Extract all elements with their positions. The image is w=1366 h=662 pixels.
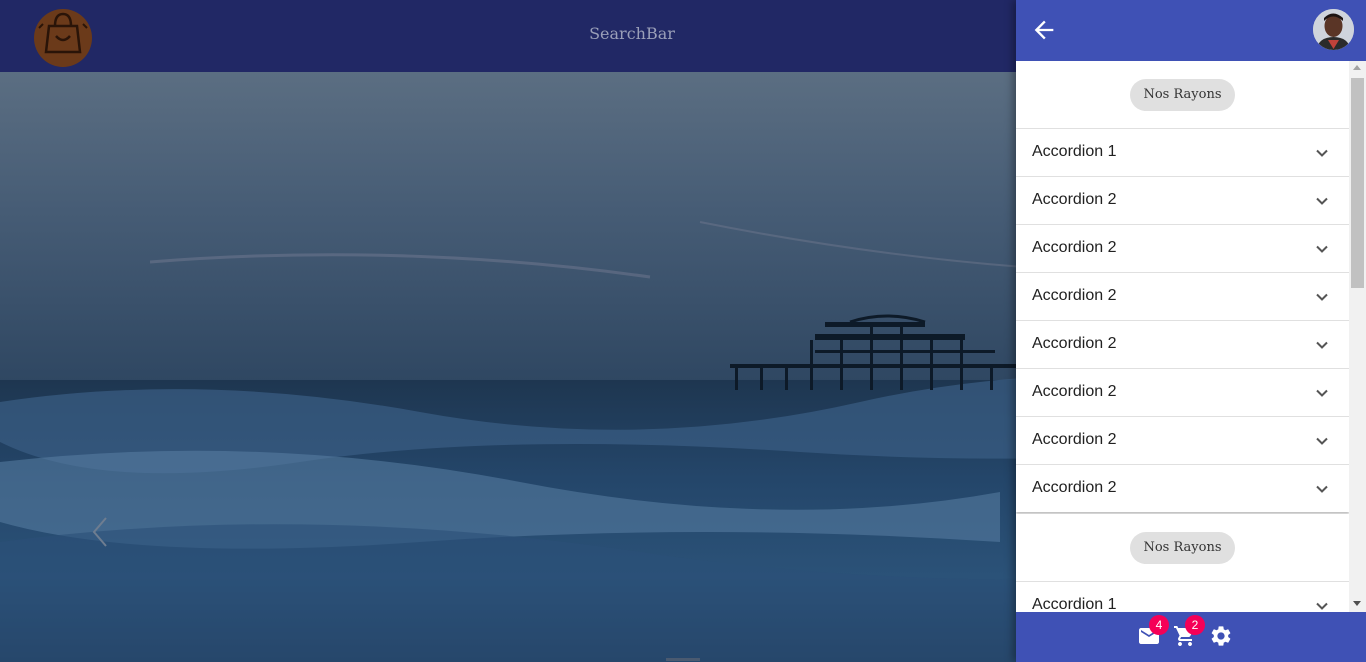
expand-more-icon (1316, 437, 1328, 445)
category-section: Nos Rayons Accordion 1 Accordion 2 Accor… (1016, 61, 1349, 512)
drawer-scrollbar[interactable] (1349, 61, 1366, 612)
section-chip[interactable]: Nos Rayons (1130, 531, 1235, 564)
carousel-prev-chevron-left-icon[interactable] (84, 510, 120, 554)
drawer-header (1016, 0, 1366, 61)
accordion-item[interactable]: Accordion 2 (1016, 464, 1349, 512)
accordion-label: Accordion 1 (1032, 596, 1117, 612)
drawer-content: Nos Rayons Accordion 1 Accordion 2 Accor… (1016, 61, 1349, 612)
accordion-item[interactable]: Accordion 2 (1016, 176, 1349, 224)
section-chip[interactable]: Nos Rayons (1130, 78, 1235, 111)
accordion-label: Accordion 2 (1032, 479, 1117, 496)
mail-button[interactable]: 4 (1137, 615, 1169, 648)
expand-more-icon (1316, 485, 1328, 493)
cart-badge: 2 (1185, 615, 1205, 635)
cart-button[interactable]: 2 (1173, 615, 1205, 648)
accordion-label: Accordion 2 (1032, 191, 1117, 208)
drawer-bottom-bar: 4 2 (1016, 612, 1366, 662)
accordion-item[interactable]: Accordion 1 (1016, 581, 1349, 612)
expand-more-icon (1316, 389, 1328, 397)
expand-more-icon (1316, 341, 1328, 349)
expand-more-icon (1316, 197, 1328, 205)
settings-icon (1211, 626, 1231, 646)
category-section: Nos Rayons Accordion 1 (1016, 514, 1349, 612)
scroll-up-arrow-icon[interactable] (1353, 65, 1361, 70)
user-avatar[interactable] (1313, 9, 1354, 50)
accordion-item[interactable]: Accordion 1 (1016, 128, 1349, 176)
accordion-item[interactable]: Accordion 2 (1016, 224, 1349, 272)
expand-more-icon (1316, 602, 1328, 610)
accordion-label: Accordion 2 (1032, 287, 1117, 304)
expand-more-icon (1316, 245, 1328, 253)
accordion-label: Accordion 1 (1032, 143, 1117, 160)
accordion-label: Accordion 2 (1032, 335, 1117, 352)
accordion-label: Accordion 2 (1032, 239, 1117, 256)
expand-more-icon (1316, 293, 1328, 301)
accordion-label: Accordion 2 (1032, 383, 1117, 400)
carousel-indicator[interactable] (666, 658, 700, 661)
scroll-thumb[interactable] (1351, 78, 1364, 288)
mail-badge: 4 (1149, 615, 1169, 635)
accordion-item[interactable]: Accordion 2 (1016, 320, 1349, 368)
settings-button[interactable] (1209, 624, 1233, 648)
scroll-down-arrow-icon[interactable] (1353, 601, 1361, 606)
accordion-label: Accordion 2 (1032, 431, 1117, 448)
side-drawer: Nos Rayons Accordion 1 Accordion 2 Accor… (1016, 0, 1366, 662)
accordion-item[interactable]: Accordion 2 (1016, 416, 1349, 464)
arrow-back-icon[interactable] (1030, 16, 1058, 44)
accordion-item[interactable]: Accordion 2 (1016, 368, 1349, 416)
accordion-item[interactable]: Accordion 2 (1016, 272, 1349, 320)
expand-more-icon (1316, 149, 1328, 157)
